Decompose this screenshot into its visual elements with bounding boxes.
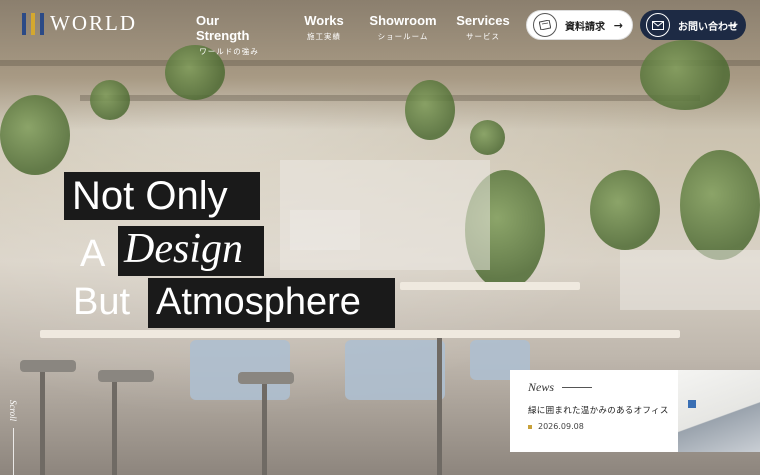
stool-leg (112, 382, 117, 475)
arrow-right-icon: → (727, 18, 737, 32)
nav-item-works[interactable]: Works 施工実績 (276, 13, 372, 57)
news-label: News (528, 380, 678, 395)
news-thumbnail (678, 370, 760, 452)
nav-label-en: Our Strength (196, 13, 250, 43)
news-card[interactable]: News 緑に囲まれた温かみのあるオフィス 2026.09.08 (510, 370, 760, 452)
signage-logo (688, 400, 696, 408)
news-date: 2026.09.08 (538, 422, 584, 432)
nav-label-ja: サービス (466, 32, 500, 41)
scroll-line (13, 428, 14, 475)
hanging-plant (405, 80, 455, 140)
news-date-bullet (528, 424, 532, 429)
headline-line-1: Not Only (72, 174, 228, 218)
contact-button[interactable]: お問い合わせ → (640, 10, 746, 40)
nav-item-showroom[interactable]: Showroom ショールーム (369, 13, 437, 57)
headline-line-3-prefix: But (73, 281, 131, 323)
scroll-indicator[interactable]: Scroll (8, 400, 18, 421)
mail-icon (646, 13, 670, 37)
nav-label-en: Showroom (369, 13, 437, 28)
chair (345, 340, 445, 400)
hanging-plant (90, 80, 130, 120)
stool (98, 370, 154, 382)
nav-item-services[interactable]: Services サービス (456, 13, 510, 57)
potted-tree (590, 170, 660, 250)
headline-emphasis-atmosphere: Atmosphere (156, 281, 361, 323)
hanging-plant (640, 40, 730, 110)
news-date-row: 2026.09.08 (528, 422, 678, 431)
nav-label-ja: 施工実績 (307, 32, 341, 41)
ceiling-beam (80, 95, 700, 101)
stool-leg (262, 384, 267, 475)
brand-name: WORLD (50, 11, 137, 35)
hero-section: WORLD Our Strength ワールドの強み Works 施工実績 Sh… (0, 0, 760, 475)
news-title: 緑に囲まれた温かみのあるオフィス (528, 406, 669, 416)
logo-bar (22, 12, 26, 35)
hanging-plant (680, 150, 760, 260)
hanging-plant (0, 95, 70, 175)
logo-bar (40, 12, 44, 35)
stool-leg (40, 372, 45, 475)
request-document-label: 資料請求 (565, 21, 605, 33)
stool (20, 360, 76, 372)
glass-panel (290, 210, 360, 250)
interior-wall (620, 250, 760, 310)
nav-label-ja: ワールドの強み (199, 47, 259, 56)
request-document-button[interactable]: 資料請求 → (526, 10, 633, 40)
document-icon (533, 13, 557, 37)
chair (190, 340, 290, 400)
logo-mark-icon (22, 12, 44, 35)
news-label-text: News (528, 380, 555, 394)
headline-emphasis-design: Design (124, 226, 243, 272)
logo-bar (31, 12, 35, 35)
news-body: News 緑に囲まれた温かみのあるオフィス 2026.09.08 (510, 370, 678, 452)
table-leg (437, 338, 442, 475)
long-table (40, 330, 680, 338)
nav-label-en: Services (456, 13, 510, 28)
main-nav: Our Strength ワールドの強み Works 施工実績 Showroom… (196, 13, 510, 57)
round-table (400, 282, 580, 290)
nav-item-our-strength[interactable]: Our Strength ワールドの強み (196, 13, 262, 57)
nav-label-en: Works (304, 13, 344, 28)
arrow-right-icon: → (613, 18, 623, 32)
headline-line-2-prefix: A (80, 233, 106, 275)
news-label-line (562, 387, 593, 388)
brand-logo[interactable]: WORLD (22, 11, 137, 36)
stool (238, 372, 294, 384)
nav-label-ja: ショールーム (377, 32, 429, 41)
hanging-plant (470, 120, 505, 155)
